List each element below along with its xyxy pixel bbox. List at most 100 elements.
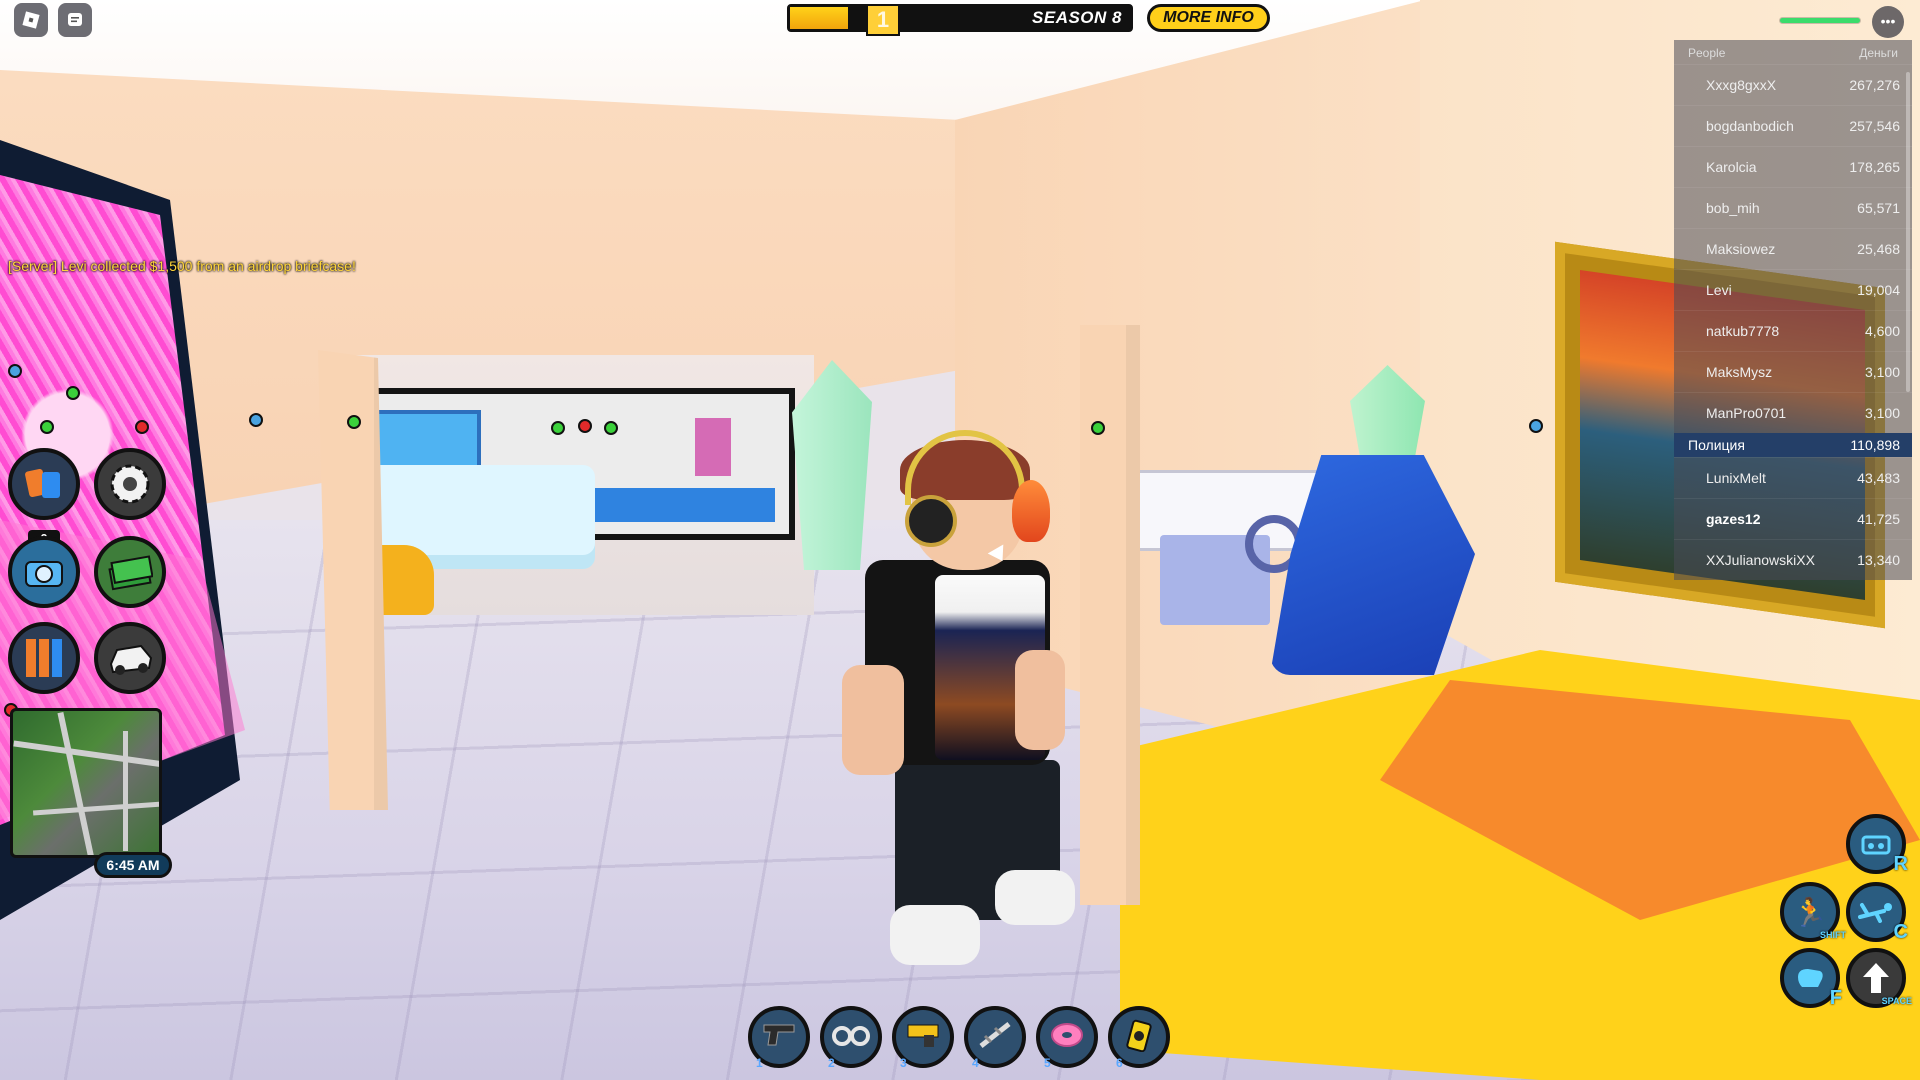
- spike-strip-icon: [977, 1020, 1013, 1055]
- season-progress-bar[interactable]: 1 SEASON 8: [787, 4, 1133, 36]
- player-money: 4,600: [1864, 323, 1900, 339]
- leaderboard-row[interactable]: Xxxg8gxxX 267,276: [1674, 64, 1912, 105]
- player-marker: [604, 421, 618, 435]
- leaderboard-team-row[interactable]: Полиция 110,898: [1674, 433, 1912, 457]
- leaderboard-row[interactable]: Karolcia 178,265: [1674, 146, 1912, 187]
- radio-key: R: [1893, 853, 1908, 875]
- player-name: natkub7778: [1706, 323, 1780, 339]
- player-name: MaksMysz: [1706, 364, 1773, 380]
- player-money: 267,276: [1849, 77, 1900, 93]
- sofa: [355, 465, 595, 555]
- season-label: SEASON 8: [1032, 8, 1122, 27]
- leaderboard-row[interactable]: natkub7778 4,600: [1674, 310, 1912, 351]
- leaderboard-scrollbar[interactable]: [1906, 72, 1910, 392]
- punch-button[interactable]: F: [1780, 948, 1842, 1009]
- handcuffs-icon: [832, 1021, 870, 1054]
- settings-gear-icon[interactable]: [94, 448, 166, 520]
- leaderboard-row[interactable]: MaksMysz 3,100: [1674, 351, 1912, 392]
- leaderboard-row[interactable]: Levi 19,004: [1674, 269, 1912, 310]
- player-marker: [1091, 421, 1105, 435]
- leaderboard-header: People Деньги: [1674, 40, 1912, 64]
- player-money: 3,100: [1864, 405, 1900, 421]
- player-money: 257,546: [1849, 118, 1900, 134]
- leaderboard-row[interactable]: Maksiowez 25,468: [1674, 228, 1912, 269]
- sprint-button[interactable]: 🏃 SHIFT: [1780, 882, 1846, 942]
- player-money: 3,100: [1864, 364, 1900, 380]
- jump-key: SPACE: [1881, 996, 1912, 1006]
- player-money: 178,265: [1849, 159, 1900, 175]
- hotbar[interactable]: 1 2 3 4 5 6: [748, 1006, 1173, 1076]
- jump-button[interactable]: SPACE: [1846, 948, 1912, 1008]
- character-arm: [1015, 650, 1065, 750]
- player-name: LunixMelt: [1706, 470, 1766, 486]
- donut-icon: [1049, 1020, 1085, 1055]
- run-icon: 🏃: [1792, 896, 1828, 928]
- player-marker: [66, 386, 80, 400]
- pistol-icon: [762, 1021, 796, 1054]
- player-marker: [551, 421, 565, 435]
- hotbar-slot[interactable]: 3: [892, 1006, 954, 1070]
- player-name: bogdanbodich: [1706, 118, 1794, 134]
- player-name: gazes12: [1706, 511, 1761, 527]
- leaderboard-row[interactable]: bob_mih 65,571: [1674, 187, 1912, 228]
- flashbang-icon: [1124, 1018, 1154, 1057]
- leaderboard-row[interactable]: LunixMelt 43,483: [1674, 457, 1912, 498]
- inventory-cards-icon[interactable]: [8, 448, 80, 520]
- more-info-button[interactable]: MORE INFO: [1147, 4, 1270, 32]
- sprint-key: SHIFT: [1820, 930, 1846, 940]
- crawl-button[interactable]: C: [1846, 882, 1908, 943]
- team-value: 110,898: [1850, 437, 1900, 453]
- radio-button[interactable]: R: [1846, 814, 1908, 875]
- player-money: 19,004: [1857, 282, 1900, 298]
- hotbar-slot-number: 3: [900, 1056, 907, 1070]
- character-arm: [842, 665, 904, 775]
- crawl-key: C: [1893, 921, 1908, 943]
- player-money: 25,468: [1857, 241, 1900, 257]
- minimap[interactable]: [10, 708, 162, 858]
- punch-key: F: [1829, 987, 1842, 1009]
- cash-icon[interactable]: [94, 536, 166, 608]
- headphone-cup: [905, 495, 957, 547]
- vehicle-icon[interactable]: [94, 622, 166, 694]
- player-name: Levi: [1706, 282, 1732, 298]
- hotbar-slot[interactable]: 5: [1036, 1006, 1098, 1070]
- leaderboard-row[interactable]: XXJulianowskiXX 13,340: [1674, 539, 1912, 580]
- player-name: Maksiowez: [1706, 241, 1776, 257]
- taser-icon: [906, 1021, 940, 1054]
- hotbar-slot-number: 5: [1044, 1056, 1051, 1070]
- health-bar: [1780, 18, 1860, 23]
- camera-icon[interactable]: [8, 536, 80, 608]
- player-money: 43,483: [1857, 470, 1900, 486]
- leaderboard-row[interactable]: ManPro0701 3,100: [1674, 392, 1912, 433]
- player-name: Karolcia: [1706, 159, 1757, 175]
- leaderboard-row[interactable]: bogdanbodich 257,546: [1674, 105, 1912, 146]
- player-money: 65,571: [1857, 200, 1900, 216]
- hotbar-slot[interactable]: 2: [820, 1006, 882, 1070]
- hotbar-slot[interactable]: 4: [964, 1006, 1026, 1070]
- player-money: 41,725: [1857, 511, 1900, 527]
- player-marker: [249, 413, 263, 427]
- hotbar-slot[interactable]: 6: [1108, 1006, 1170, 1070]
- hotbar-slot-number: 6: [1116, 1056, 1123, 1070]
- roblox-logo-icon[interactable]: [14, 3, 48, 37]
- leaderboard[interactable]: People Деньги Xxxg8gxxX 267,276 bogdanbodi…: [1674, 40, 1912, 580]
- leaderboard-header-money: Деньги: [1859, 46, 1898, 60]
- pillar-right: [1080, 325, 1140, 905]
- season-progress-fill: [790, 7, 848, 29]
- season-level-badge: 1: [866, 4, 900, 36]
- team-select-icon[interactable]: [8, 622, 80, 694]
- player-name: bob_mih: [1706, 200, 1760, 216]
- more-menu-icon[interactable]: •••: [1872, 6, 1904, 38]
- player-marker: [8, 364, 22, 378]
- team-name: Полиция: [1688, 437, 1745, 453]
- game-viewport[interactable]: [0, 0, 1920, 1080]
- player-marker: [578, 419, 592, 433]
- player-name: Xxxg8gxxX: [1706, 77, 1777, 93]
- hotbar-slot[interactable]: 1: [748, 1006, 810, 1070]
- leaderboard-row[interactable]: gazes12 41,725: [1674, 498, 1912, 539]
- hotbar-slot-number: 4: [972, 1056, 979, 1070]
- game-clock: 6:45 AM: [94, 852, 172, 878]
- chat-icon[interactable]: [58, 3, 92, 37]
- player-marker: [135, 420, 149, 434]
- player-name: ManPro0701: [1706, 405, 1787, 421]
